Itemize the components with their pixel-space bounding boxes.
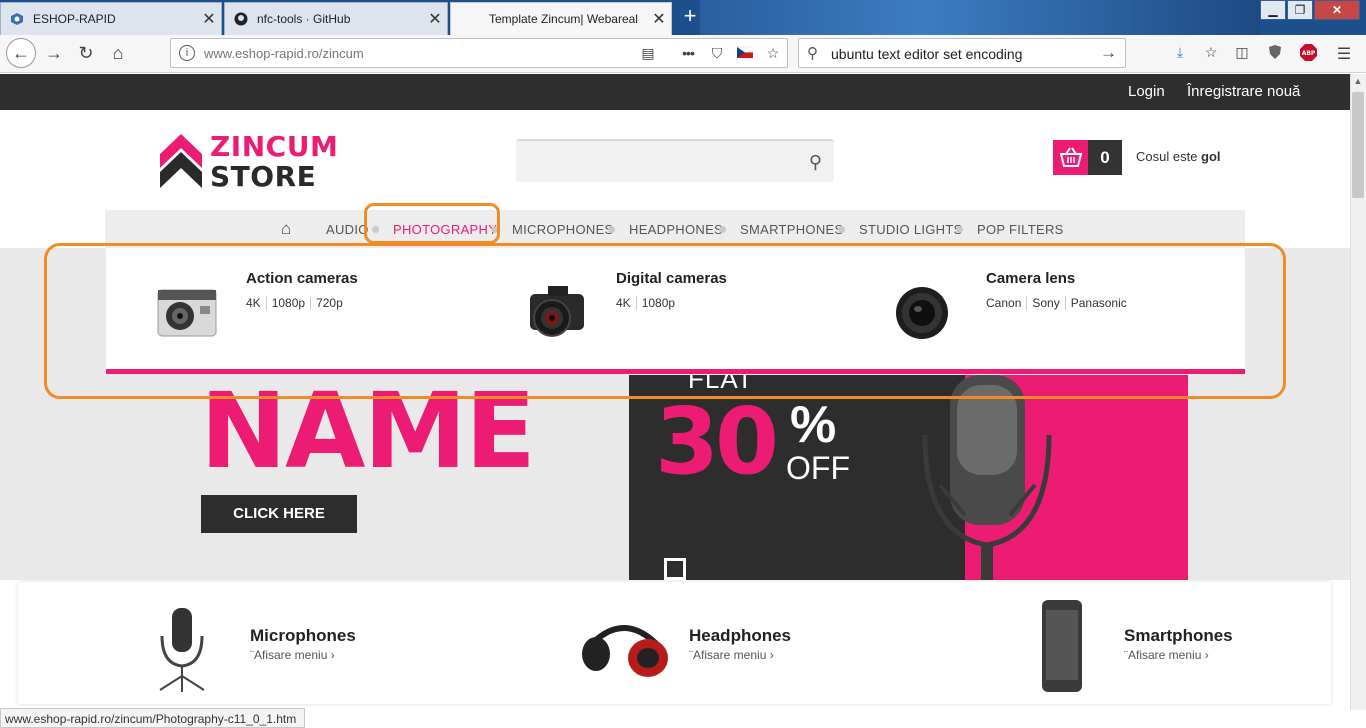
- slider-indicator[interactable]: [664, 558, 686, 580]
- menu-separator: [719, 226, 726, 233]
- category-title-smartphones[interactable]: Smartphones: [1124, 626, 1233, 646]
- category-title-microphones[interactable]: Microphones: [250, 626, 356, 646]
- account-strip: Login Înregistrare nouă: [0, 74, 1350, 110]
- search-go-icon[interactable]: →: [1100, 43, 1117, 63]
- home-icon[interactable]: ⌂: [281, 219, 291, 239]
- github-icon: [233, 11, 249, 27]
- search-icon[interactable]: ⚲: [809, 152, 822, 173]
- url-text[interactable]: www.eshop-rapid.ro/zincum: [204, 46, 364, 61]
- basket-icon[interactable]: [1053, 140, 1088, 175]
- tab-close-icon[interactable]: ✕: [197, 9, 221, 29]
- home-button[interactable]: ⌂: [104, 39, 132, 67]
- menu-separator: [838, 226, 845, 233]
- tab-eshop-rapid[interactable]: ESHOP-RAPID ✕: [0, 2, 222, 35]
- reload-button[interactable]: ↻: [72, 39, 100, 67]
- ublock-icon[interactable]: [1265, 44, 1285, 63]
- cart-count: 0: [1088, 140, 1122, 175]
- url-bar[interactable]: i www.eshop-rapid.ro/zincum ▤ ••• ⛉ ☆: [170, 38, 788, 68]
- highlight-box-photography: [364, 203, 500, 244]
- tab-close-icon[interactable]: ✕: [423, 9, 447, 29]
- menu-hamburger-icon[interactable]: ☰: [1334, 44, 1354, 64]
- window-close-button[interactable]: ✕: [1314, 0, 1360, 20]
- czech-flag-icon[interactable]: [736, 45, 754, 61]
- downloads-icon[interactable]: ⤓: [1170, 44, 1190, 61]
- category-link-microphones[interactable]: ¨Afisare meniu ›: [250, 648, 335, 662]
- menu-item-audio[interactable]: AUDIO: [326, 222, 369, 237]
- chevron-right-icon: ›: [1204, 648, 1209, 662]
- category-link-smartphones[interactable]: ¨Afisare meniu ›: [1124, 648, 1209, 662]
- site-info-icon[interactable]: i: [179, 45, 195, 61]
- menu-item-microphones[interactable]: MICROPHONES: [512, 222, 614, 237]
- scroll-up-arrow-icon[interactable]: ▲: [1350, 76, 1366, 90]
- tab-template-zincum[interactable]: Template Zincum| Webareal ✕: [450, 2, 672, 35]
- pocket-icon[interactable]: ⛉: [708, 45, 726, 62]
- window-maximize-button[interactable]: ❐: [1287, 0, 1313, 20]
- chevron-right-icon: ›: [769, 648, 774, 662]
- menu-separator: [608, 226, 615, 233]
- browser-search-bar[interactable]: ⚲ ubuntu text editor set encoding →: [798, 38, 1126, 68]
- window-minimize-button[interactable]: ▁: [1260, 0, 1286, 20]
- promo-off-label: OFF: [786, 450, 850, 486]
- status-bar-url: www.eshop-rapid.ro/zincum/Photography-c1…: [0, 708, 305, 728]
- register-link[interactable]: Înregistrare nouă: [1187, 83, 1300, 100]
- tab-nfc-tools[interactable]: nfc-tools · GitHub ✕: [224, 2, 448, 35]
- menu-separator: [956, 226, 963, 233]
- category-link-headphones[interactable]: ¨Afisare meniu ›: [689, 648, 774, 662]
- site-search-input[interactable]: ⚲: [516, 139, 834, 182]
- studio-microphone-image: [922, 375, 1052, 580]
- adblock-plus-icon[interactable]: ABP: [1298, 44, 1318, 64]
- tab-close-icon[interactable]: ✕: [647, 9, 671, 29]
- menu-item-smartphones[interactable]: SMARTPHONES: [740, 222, 843, 237]
- promo-amount: 30: [655, 388, 779, 495]
- new-tab-button[interactable]: +: [676, 4, 704, 30]
- cart-widget[interactable]: 0: [1053, 140, 1123, 175]
- scrollbar-thumb[interactable]: [1352, 92, 1364, 198]
- category-title-headphones[interactable]: Headphones: [689, 626, 791, 646]
- logo-chevron-icon: [160, 134, 202, 188]
- menu-item-studio-lights[interactable]: STUDIO LIGHTS: [859, 222, 963, 237]
- navigation-toolbar: ← → ↻ ⌂ i www.eshop-rapid.ro/zincum ▤ ••…: [0, 35, 1366, 73]
- forward-button[interactable]: →: [40, 39, 68, 67]
- login-link[interactable]: Login: [1128, 83, 1165, 100]
- site-logo[interactable]: ZINCUM STORE: [160, 130, 340, 193]
- click-here-button[interactable]: CLICK HERE: [201, 495, 357, 533]
- menu-item-headphones[interactable]: HEADPHONES: [629, 222, 723, 237]
- menu-item-pop-filters[interactable]: POP FILTERS: [977, 222, 1064, 237]
- page-actions-icon[interactable]: •••: [679, 45, 697, 61]
- bookmark-star-icon[interactable]: ☆: [764, 45, 782, 62]
- search-icon: ⚲: [807, 45, 818, 62]
- svg-text:ABP: ABP: [1301, 50, 1315, 57]
- headphones-image[interactable]: [576, 616, 672, 678]
- highlight-box-dropdown: [44, 243, 1286, 399]
- category-strip: Microphones ¨Afisare meniu › Headphones …: [18, 582, 1331, 704]
- back-button[interactable]: ←: [6, 38, 36, 68]
- promo-percent: %: [790, 396, 837, 454]
- smartphone-image[interactable]: [1038, 598, 1086, 694]
- reader-view-icon[interactable]: ▤: [639, 45, 657, 62]
- sidebar-icon[interactable]: ◫: [1232, 44, 1252, 61]
- chevron-right-icon: ›: [330, 648, 335, 662]
- microphone-image[interactable]: [152, 606, 212, 692]
- cart-status-text[interactable]: Cosul este gol: [1136, 149, 1221, 164]
- bookmarks-icon[interactable]: ☆: [1201, 44, 1221, 61]
- eshop-favicon-icon: [9, 11, 25, 27]
